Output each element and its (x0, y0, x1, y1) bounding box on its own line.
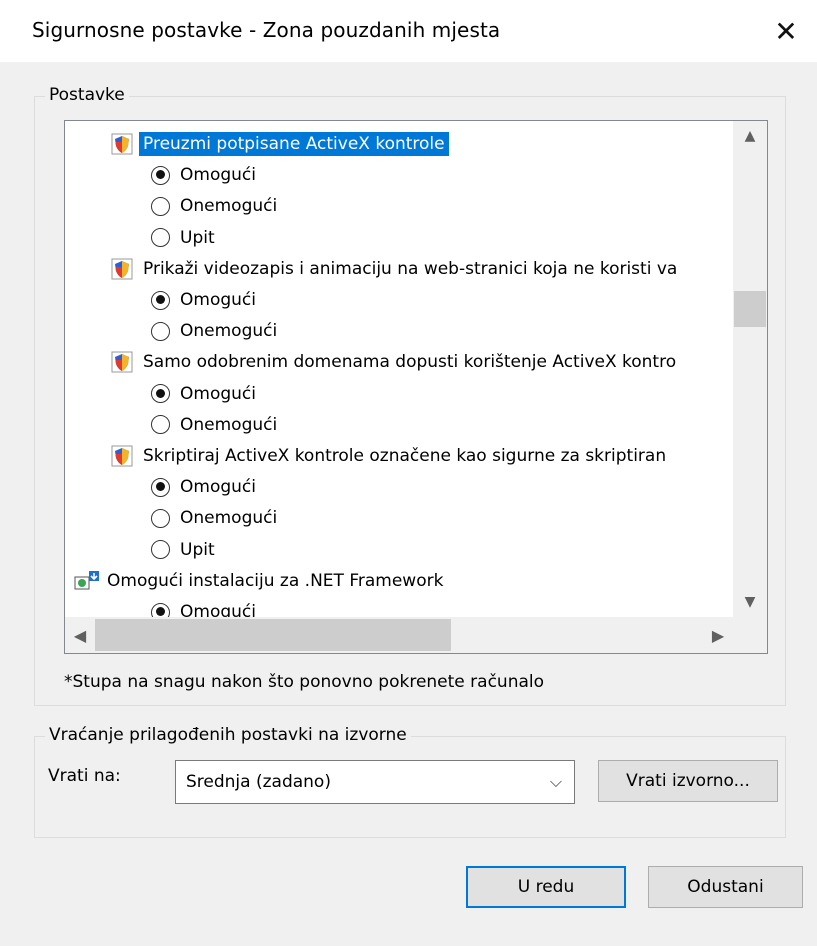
restore-defaults-button[interactable]: Vrati izvorno... (598, 760, 778, 802)
radio-option-label: Omogući (180, 602, 256, 617)
radio-option[interactable]: Onemogući (151, 316, 277, 346)
shield-icon (111, 258, 133, 280)
radio-checked[interactable] (151, 602, 170, 617)
radio-option[interactable]: Onemogući (151, 503, 277, 533)
restart-note: *Stupa na snagu nakon što ponovno pokren… (64, 672, 545, 692)
setting-category-label: Preuzmi potpisane ActiveX kontrole (139, 132, 449, 156)
radio-option-label: Omogući (180, 165, 256, 186)
security-level-value: Srednja (zadano) (186, 772, 331, 792)
radio-option[interactable]: Onemogući (151, 191, 277, 221)
radio-option-label: Onemogući (180, 414, 278, 435)
radio-checked[interactable] (151, 290, 170, 310)
setting-category-label: Omogući instalaciju za .NET Framework (107, 570, 444, 591)
vertical-scroll-thumb[interactable] (734, 291, 766, 327)
radio-option-label: Onemogući (180, 321, 278, 342)
setting-category-label: Samo odobrenim domenama dopusti korišten… (143, 352, 677, 373)
radio-option[interactable]: Omogući (151, 472, 256, 502)
ok-button[interactable]: U redu (466, 866, 626, 908)
scroll-down-arrow-icon[interactable]: ▼ (733, 587, 767, 617)
setting-category[interactable]: Samo odobrenim domenama dopusti korišten… (111, 347, 680, 377)
radio-option-label: Upit (180, 227, 215, 248)
net-framework-icon (73, 569, 101, 593)
settings-group-legend: Postavke (45, 85, 129, 105)
chevron-down-icon: ⌵ (549, 772, 562, 791)
setting-category[interactable]: Prikaži videozapis i animaciju na web-st… (111, 254, 681, 284)
setting-category-label: Prikaži videozapis i animaciju na web-st… (143, 258, 678, 279)
radio-unchecked[interactable] (151, 540, 170, 560)
close-icon: ✕ (774, 14, 798, 48)
setting-category-label: Skriptiraj ActiveX kontrole označene kao… (143, 446, 667, 466)
settings-list-content: Preuzmi potpisane ActiveX kontrole Omoguć… (65, 121, 733, 617)
radio-option[interactable]: Upit (151, 535, 215, 565)
title-bar: Sigurnosne postavke - Zona pouzdanih mje… (0, 0, 817, 62)
radio-checked[interactable] (151, 384, 170, 404)
radio-option[interactable]: Upit (151, 223, 215, 253)
radio-option-label: Omogući (180, 477, 256, 498)
radio-option-label: Omogući (180, 383, 256, 404)
reset-group-legend: Vraćanje prilagođenih postavki na izvorn… (45, 725, 411, 745)
radio-unchecked[interactable] (151, 196, 170, 216)
radio-option[interactable]: Omogući (151, 597, 256, 617)
horizontal-scroll-thumb[interactable] (95, 619, 451, 651)
security-level-dropdown[interactable]: Srednja (zadano) ⌵ (175, 760, 575, 804)
radio-option[interactable]: Omogući (151, 285, 256, 315)
cancel-button[interactable]: Odustani (648, 866, 803, 908)
setting-category[interactable]: Omogući instalaciju za .NET Framework (73, 566, 443, 596)
reset-to-label: Vrati na: (48, 766, 121, 786)
vertical-scrollbar[interactable]: ▲ ▼ (733, 121, 767, 617)
radio-option-label: Onemogući (180, 508, 278, 529)
radio-checked[interactable] (151, 477, 170, 497)
radio-option-label: Onemogući (180, 196, 278, 217)
shield-icon (111, 445, 133, 467)
radio-unchecked[interactable] (151, 508, 170, 528)
scroll-left-arrow-icon[interactable]: ◀ (65, 617, 95, 653)
radio-checked[interactable] (151, 165, 170, 185)
shield-icon (111, 351, 133, 373)
radio-unchecked[interactable] (151, 321, 170, 341)
shield-icon (111, 133, 133, 155)
radio-option[interactable]: Onemogući (151, 410, 277, 440)
setting-category[interactable]: Skriptiraj ActiveX kontrole označene kao… (111, 441, 670, 471)
scrollbar-corner (733, 617, 767, 653)
settings-list[interactable]: Preuzmi potpisane ActiveX kontrole Omoguć… (64, 120, 768, 654)
close-button[interactable]: ✕ (755, 0, 817, 62)
dialog-title: Sigurnosne postavke - Zona pouzdanih mje… (32, 18, 501, 42)
setting-category[interactable]: Preuzmi potpisane ActiveX kontrole (111, 129, 449, 159)
radio-option-label: Upit (180, 539, 215, 560)
horizontal-scrollbar[interactable]: ◀ ▶ (65, 617, 733, 653)
radio-option[interactable]: Omogući (151, 160, 256, 190)
radio-unchecked[interactable] (151, 228, 170, 248)
scroll-up-arrow-icon[interactable]: ▲ (733, 121, 767, 151)
radio-option-label: Omogući (180, 290, 256, 310)
radio-option[interactable]: Omogući (151, 379, 256, 409)
radio-unchecked[interactable] (151, 415, 170, 435)
scroll-right-arrow-icon[interactable]: ▶ (703, 617, 733, 653)
